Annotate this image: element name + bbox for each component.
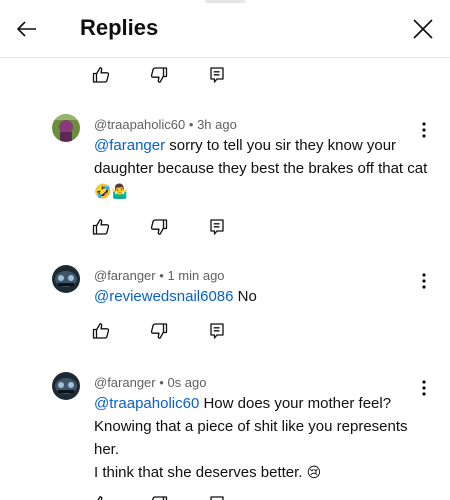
- mention-link[interactable]: @reviewedsnail6086: [94, 288, 233, 305]
- meta-separator: •: [159, 375, 164, 390]
- like-button[interactable]: [92, 215, 150, 239]
- comment-actions: [92, 215, 266, 239]
- thumbs-up-icon: [92, 67, 110, 83]
- like-button[interactable]: [92, 63, 150, 87]
- arrow-left-icon: [17, 21, 36, 37]
- comment-text: @faranger sorry to tell you sir they kno…: [94, 134, 429, 204]
- thumbs-down-icon: [150, 219, 168, 235]
- comment-actions: [92, 319, 266, 343]
- reply-button[interactable]: [208, 215, 266, 239]
- page-title: Replies: [80, 15, 159, 40]
- comment-meta: @traapaholic60 • 3h ago: [94, 117, 237, 133]
- mention-link[interactable]: @traapaholic60: [94, 395, 199, 412]
- author-name[interactable]: @faranger: [94, 268, 156, 283]
- avatar[interactable]: [52, 114, 80, 142]
- reply-button[interactable]: [208, 319, 266, 343]
- author-name[interactable]: @faranger: [94, 375, 156, 390]
- emoji: 🤣🤷‍♂️: [94, 184, 129, 200]
- mention-link[interactable]: @faranger: [94, 137, 165, 154]
- dislike-button[interactable]: [150, 492, 208, 500]
- comment-actions: [92, 492, 266, 500]
- comment-body-line2: I think that she deserves better.: [94, 464, 307, 481]
- thumbs-up-icon: [92, 219, 110, 235]
- reply-button[interactable]: [208, 63, 266, 87]
- comment-meta: @faranger • 0s ago: [94, 375, 206, 391]
- timestamp[interactable]: 0s ago: [167, 375, 206, 390]
- reply-button[interactable]: [208, 492, 266, 500]
- comment-meta: @faranger • 1 min ago: [94, 268, 225, 284]
- close-button[interactable]: [408, 14, 438, 44]
- dislike-button[interactable]: [150, 63, 208, 87]
- author-name[interactable]: @traapaholic60: [94, 117, 185, 132]
- timestamp[interactable]: 3h ago: [197, 117, 237, 132]
- thumbs-down-icon: [150, 323, 168, 339]
- comment-actions: [92, 63, 266, 87]
- close-icon: [413, 19, 433, 39]
- thumbs-down-icon: [150, 67, 168, 83]
- avatar[interactable]: [52, 265, 80, 293]
- back-button[interactable]: [12, 14, 42, 44]
- avatar-image: [52, 372, 80, 400]
- meta-separator: •: [159, 268, 164, 283]
- emoji: 😢: [306, 465, 322, 481]
- replies-header: Replies: [0, 0, 450, 58]
- comment-body: No: [233, 288, 257, 305]
- thumbs-up-icon: [92, 323, 110, 339]
- avatar-image: [52, 114, 80, 142]
- thumbs-down-icon: [152, 496, 168, 500]
- timestamp[interactable]: 1 min ago: [167, 268, 224, 283]
- like-button[interactable]: [92, 492, 150, 500]
- reply-icon: [210, 67, 224, 83]
- avatar-image: [52, 265, 80, 293]
- dislike-button[interactable]: [150, 215, 208, 239]
- comment-text: @reviewedsnail6086 No: [94, 285, 429, 308]
- meta-separator: •: [188, 117, 194, 132]
- comment-text: @traapaholic60 How does your mother feel…: [94, 392, 429, 485]
- dislike-button[interactable]: [150, 319, 208, 343]
- reply-icon: [210, 323, 224, 339]
- like-button[interactable]: [92, 319, 150, 343]
- thumbs-up-icon: [97, 496, 103, 500]
- reply-icon: [210, 496, 224, 500]
- reply-icon: [210, 219, 224, 235]
- avatar[interactable]: [52, 372, 80, 400]
